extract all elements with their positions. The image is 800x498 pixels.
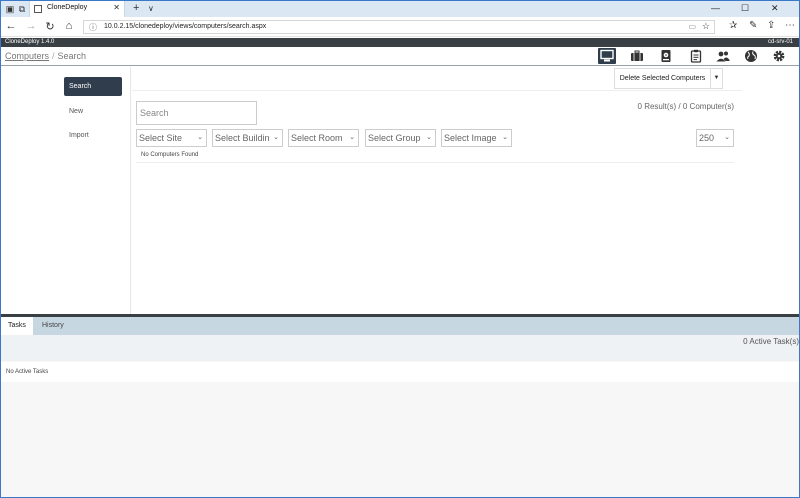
page-size-value: 250 xyxy=(699,133,715,143)
select-image-value: Select Image xyxy=(444,133,497,143)
nav-images-button[interactable] xyxy=(657,48,675,64)
favorite-star-icon[interactable]: ☆ xyxy=(702,21,710,32)
pen-icon[interactable]: ✎ xyxy=(749,20,757,31)
select-building-dropdown[interactable]: Select Buildin ⌄ xyxy=(212,129,283,147)
computers-icon xyxy=(600,49,614,62)
breadcrumb-computers-link[interactable]: Computers xyxy=(5,51,49,61)
nav-users-button[interactable] xyxy=(714,48,732,64)
caret-down-icon: ▼ xyxy=(713,75,720,81)
settings-icon xyxy=(773,50,785,62)
tab-strip: ▣ ⧉ CloneDeploy ✕ + ∨ — ☐ ✕ xyxy=(1,1,799,17)
tasks-panel: Tasks History 0 Active Task(s) No Active… xyxy=(1,317,799,497)
actions-dropdown-toggle[interactable]: ▼ xyxy=(711,68,723,89)
select-site-value: Select Site xyxy=(139,133,183,143)
chevron-down-icon: ⌄ xyxy=(426,134,432,141)
tasks-tab-bar: Tasks History xyxy=(1,317,799,335)
breadcrumb: Computers / Search xyxy=(5,51,86,61)
url-field[interactable]: ⓘ 10.0.2.15/clonedeploy/views/computers/… xyxy=(83,20,715,34)
page-icon xyxy=(34,5,42,13)
images-icon xyxy=(661,50,671,62)
home-icon[interactable]: ⌂ xyxy=(63,20,75,32)
delete-selected-computers-button[interactable]: Delete Selected Computers xyxy=(614,68,711,89)
results-summary: 0 Result(s) / 0 Computer(s) xyxy=(637,102,734,111)
select-group-dropdown[interactable]: Select Group ⌄ xyxy=(365,129,436,147)
select-group-value: Select Group xyxy=(368,133,421,143)
back-tabs-icon[interactable]: ⧉ xyxy=(17,4,27,14)
chevron-down-icon: ⌄ xyxy=(273,134,279,141)
address-bar-row: ← → ↻ ⌂ ⓘ 10.0.2.15/clonedeploy/views/co… xyxy=(1,17,799,37)
tasks-header-band xyxy=(1,335,799,361)
share-icon[interactable]: ⇪ xyxy=(767,20,775,31)
no-active-tasks-message: No Active Tasks xyxy=(1,362,799,382)
forward-icon[interactable]: → xyxy=(25,20,37,32)
reading-view-icon[interactable]: ▭ xyxy=(688,22,696,31)
minimize-icon[interactable]: — xyxy=(711,3,720,13)
sidebar: Search New Import xyxy=(1,67,131,314)
favorites-icon[interactable]: ✰ xyxy=(729,20,737,31)
nav-groups-button[interactable] xyxy=(628,48,646,64)
app-version: CloneDeploy 1.4.0 xyxy=(5,39,55,45)
tab-title: CloneDeploy xyxy=(47,4,88,11)
tab-manager-icon[interactable]: ▣ xyxy=(5,4,15,14)
page-size-dropdown[interactable]: 250 ⌄ xyxy=(696,129,734,147)
select-building-value: Select Buildin xyxy=(215,133,270,143)
nav-global-button[interactable] xyxy=(742,48,760,64)
active-task-count: 0 Active Task(s) xyxy=(743,337,799,346)
chevron-down-icon: ⌄ xyxy=(197,134,203,141)
app-top-bar: CloneDeploy 1.4.0 cd-srv-01 xyxy=(1,38,799,47)
search-input[interactable] xyxy=(136,101,257,125)
browser-window: ▣ ⧉ CloneDeploy ✕ + ∨ — ☐ ✕ ← → ↻ ⌂ ⓘ 10… xyxy=(0,0,800,498)
sidebar-item-import[interactable]: Import xyxy=(64,126,122,145)
select-room-value: Select Room xyxy=(291,133,343,143)
empty-results-message: No Computers Found xyxy=(141,152,199,158)
window-close-icon[interactable]: ✕ xyxy=(771,3,779,14)
chevron-down-icon: ⌄ xyxy=(502,134,508,141)
groups-icon xyxy=(631,50,643,61)
tasks-icon xyxy=(690,49,702,63)
nav-tasks-button[interactable] xyxy=(687,48,705,64)
new-tab-icon[interactable]: + xyxy=(133,2,139,14)
browser-tab[interactable]: CloneDeploy ✕ xyxy=(29,1,125,17)
breadcrumb-current: Search xyxy=(57,51,87,61)
users-icon xyxy=(716,51,730,62)
divider xyxy=(136,162,734,163)
main-content: Delete Selected Computers ▼ 0 Result(s) … xyxy=(132,67,742,314)
info-icon[interactable]: ⓘ xyxy=(89,22,97,33)
more-icon[interactable]: ⋯ xyxy=(785,20,795,31)
tab-tasks[interactable]: Tasks xyxy=(1,317,33,335)
tab-history[interactable]: History xyxy=(35,317,71,335)
select-room-dropdown[interactable]: Select Room ⌄ xyxy=(288,129,359,147)
maximize-icon[interactable]: ☐ xyxy=(741,3,749,14)
nav-settings-button[interactable] xyxy=(770,48,788,64)
sidebar-item-search[interactable]: Search xyxy=(64,77,122,96)
global-icon xyxy=(745,50,757,62)
close-icon[interactable]: ✕ xyxy=(113,3,120,12)
back-icon[interactable]: ← xyxy=(5,20,17,32)
nav-computers-button[interactable] xyxy=(598,48,616,64)
refresh-icon[interactable]: ↻ xyxy=(44,20,56,33)
sidebar-item-new[interactable]: New xyxy=(64,102,122,121)
server-name: cd-srv-01 xyxy=(767,39,793,45)
page-header: Computers / Search xyxy=(1,47,799,66)
chevron-down-icon[interactable]: ∨ xyxy=(148,4,154,13)
select-image-dropdown[interactable]: Select Image ⌄ xyxy=(441,129,512,147)
select-site-dropdown[interactable]: Select Site ⌄ xyxy=(136,129,207,147)
chevron-down-icon: ⌄ xyxy=(349,134,355,141)
chevron-down-icon: ⌄ xyxy=(724,134,730,141)
divider xyxy=(132,90,742,91)
breadcrumb-separator: / xyxy=(52,51,55,61)
url-text: 10.0.2.15/clonedeploy/views/computers/se… xyxy=(104,23,267,30)
